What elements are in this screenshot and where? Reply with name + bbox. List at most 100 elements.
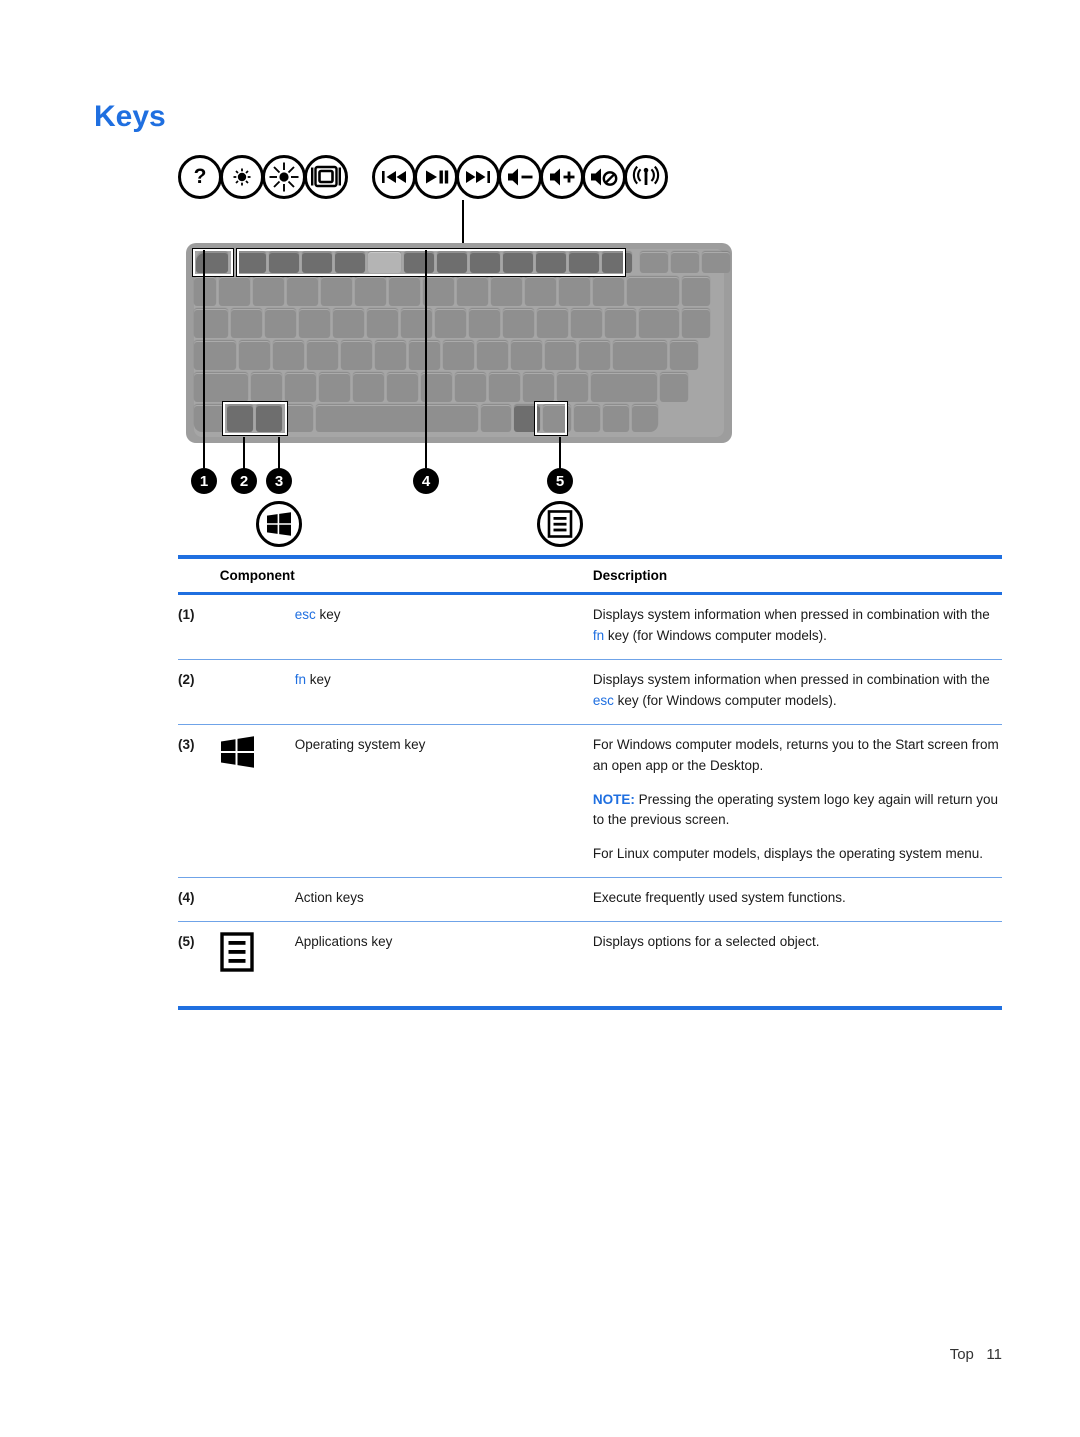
key-grave <box>194 277 216 306</box>
key-l <box>511 341 542 370</box>
row-number: (1) <box>178 593 220 660</box>
key-d <box>307 341 338 370</box>
highlight-action-keys <box>236 248 626 277</box>
key-alt-left <box>285 405 313 432</box>
key-0 <box>525 277 556 306</box>
key-b <box>387 373 418 402</box>
keyboard-zxcv-row <box>194 373 691 402</box>
display-switch-icon <box>304 155 348 199</box>
row-description: Displays options for a selected object. <box>592 921 1002 1011</box>
row-number: (4) <box>178 877 220 923</box>
applications-key-icon <box>547 510 573 538</box>
component-key-label: esc <box>294 607 316 622</box>
highlight-fn-and-os-keys <box>222 401 288 436</box>
key-9 <box>491 277 522 306</box>
component-key-label: fn <box>294 671 307 687</box>
action-icon-group-left: ? <box>178 155 348 199</box>
callout-1: 1 <box>191 468 217 494</box>
header-description: Description <box>592 557 1002 595</box>
previous-track-icon <box>372 155 416 199</box>
key-y <box>401 309 432 338</box>
table-row: (4) Action keys Execute frequently used … <box>178 877 1002 923</box>
row-number: (3) <box>178 724 220 879</box>
footer-page-number: 11 <box>986 1346 1002 1363</box>
key-arrow-right <box>632 405 658 432</box>
component-key-suffix: key <box>315 607 341 622</box>
key-bracket-left <box>571 309 602 338</box>
key-insert <box>640 252 668 273</box>
callout-leader-line-1 <box>203 250 205 468</box>
key-home <box>682 277 710 306</box>
key-ctrl-left <box>194 405 224 432</box>
key-capslock <box>194 341 236 370</box>
key-t <box>367 309 398 338</box>
keyboard-illustration <box>186 243 732 443</box>
row-description: Execute frequently used system functions… <box>592 877 1002 923</box>
svg-text:?: ? <box>194 165 207 188</box>
row-icon <box>219 659 295 725</box>
keyboard-home-row <box>194 341 701 370</box>
highlight-applications-key <box>534 401 568 436</box>
table-row: (1) esc key Displays system information … <box>178 593 1002 660</box>
row-number: (2) <box>178 659 220 725</box>
desc-segment: Displays system information when pressed… <box>592 607 990 622</box>
row-description: Displays system information when pressed… <box>592 659 1002 725</box>
callout-leader-line-4 <box>425 250 427 468</box>
keyboard-number-row <box>194 277 713 306</box>
key-quote <box>579 341 610 370</box>
highlight-esc-key <box>192 248 234 277</box>
key-a <box>239 341 270 370</box>
desc-segment-blue: fn <box>592 627 605 643</box>
key-prtsc <box>671 252 699 273</box>
key-slash <box>557 373 588 402</box>
row-component-name: fn key <box>294 659 593 725</box>
page-footer: Top 11 <box>950 1346 1002 1363</box>
callout-leader-line-2 <box>243 437 245 469</box>
windows-logo-icon <box>220 735 254 768</box>
row-icon <box>219 877 295 923</box>
key-u <box>435 309 466 338</box>
key-7 <box>423 277 454 306</box>
description-paragraph: Displays system information when pressed… <box>593 605 1002 647</box>
description-paragraph: Displays system information when pressed… <box>593 670 1002 712</box>
key-comma <box>489 373 520 402</box>
play-pause-icon <box>414 155 458 199</box>
table-body: (1) esc key Displays system information … <box>178 593 1002 1011</box>
key-2 <box>253 277 284 306</box>
key-s <box>273 341 304 370</box>
key-3 <box>287 277 318 306</box>
page-title: Keys <box>94 100 166 133</box>
table-header-row: Component Description <box>178 557 1002 595</box>
table-row: (3) Operating system key For Windows com… <box>178 724 1002 879</box>
help-icon: ? <box>178 155 222 199</box>
key-f <box>341 341 372 370</box>
callout-leader-line-4-top <box>462 200 464 246</box>
callout-5: 5 <box>547 468 573 494</box>
action-icon-group-right <box>372 155 668 199</box>
key-i <box>469 309 500 338</box>
key-pgdn <box>670 341 698 370</box>
key-r <box>333 309 364 338</box>
key-w <box>265 309 296 338</box>
key-backslash <box>639 309 679 338</box>
key-k <box>477 341 508 370</box>
component-key-suffix: Operating system key <box>294 736 426 752</box>
key-m <box>455 373 486 402</box>
key-e <box>299 309 330 338</box>
applications-key-icon-circle <box>537 501 583 547</box>
key-8 <box>457 277 488 306</box>
key-arrow-updown <box>603 405 629 432</box>
callout-4: 4 <box>413 468 439 494</box>
row-icon <box>219 921 295 1011</box>
desc-segment: key (for Windows computer models). <box>604 627 827 643</box>
description-paragraph: For Windows computer models, returns you… <box>592 736 999 773</box>
key-g <box>375 341 406 370</box>
brightness-down-icon <box>220 155 264 199</box>
row-number: (5) <box>178 921 220 1011</box>
volume-down-icon <box>498 155 542 199</box>
components-table: Component Description (1) esc key Displa… <box>178 555 1002 1011</box>
header-component-spacer <box>294 557 593 595</box>
key-semicolon <box>545 341 576 370</box>
callout-2: 2 <box>231 468 257 494</box>
row-component-name: Action keys <box>294 877 593 923</box>
